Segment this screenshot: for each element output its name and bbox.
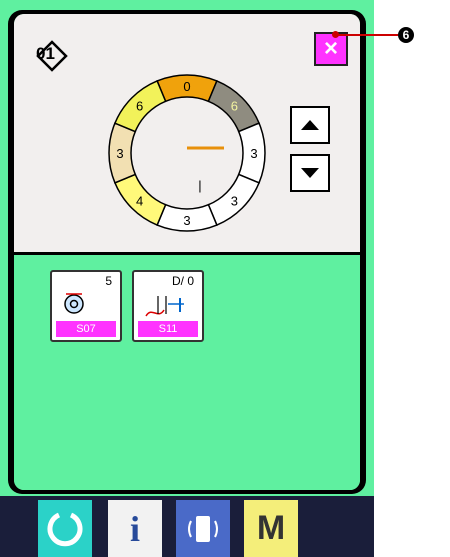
thread-tension-icon	[145, 296, 184, 317]
ring-segment-label: 3	[116, 146, 123, 161]
tile-s11-value: D/ 0	[171, 274, 194, 288]
callout-number-badge: 6	[398, 27, 414, 43]
center-mark: |	[198, 178, 201, 193]
tile-s11-button[interactable]: D/ 0 S11	[132, 270, 204, 342]
callout-leader-line	[334, 34, 398, 36]
lcd-screen: 01 × 0 6 3 3 3 4 3 6 | 5 S07 D/ 0 S11	[14, 14, 360, 490]
device-body: 01 × 0 6 3 3 3 4 3 6 | 5 S07 D/ 0 S11 i M	[0, 0, 374, 557]
close-button[interactable]: ×	[314, 32, 348, 66]
ring-segment-label: 6	[231, 99, 238, 114]
close-icon: ×	[323, 35, 338, 62]
pattern-info-area: 01 × 0 6 3 3 3 4 3 6 |	[14, 14, 360, 252]
ring-segment-label: 3	[250, 146, 257, 161]
scroll-down-button[interactable]	[290, 154, 330, 192]
pattern-number: 01	[36, 44, 55, 63]
stitch-ring-diagram: 0 6 3 3 3 4 3 6 |	[108, 74, 266, 232]
triangle-up-icon	[301, 120, 319, 130]
ring-segment-label: 0	[183, 79, 190, 94]
mode-icon: M	[256, 509, 286, 547]
tile-s07-value: 5	[105, 274, 112, 288]
information-button[interactable]: i	[108, 500, 162, 557]
bottom-menu-bar: i M	[0, 496, 374, 557]
tile-s07-button[interactable]: 5 S07	[50, 270, 122, 342]
triangle-down-icon	[301, 168, 319, 178]
ring-segment-label: 3	[231, 193, 238, 208]
reset-button[interactable]	[38, 500, 92, 557]
reset-circle-icon	[47, 512, 83, 546]
communication-button[interactable]	[176, 500, 230, 557]
ring-segment-label: 6	[136, 99, 143, 114]
bobbin-winder-icon	[64, 293, 84, 314]
communication-icon	[188, 515, 218, 542]
tile-s07-label: S07	[56, 321, 116, 337]
mode-button[interactable]: M	[244, 500, 298, 557]
scroll-up-button[interactable]	[290, 106, 330, 144]
ring-segment-label: 3	[183, 213, 190, 228]
info-icon: i	[129, 508, 140, 549]
tile-s11-label: S11	[138, 321, 198, 337]
ring-segment-label: 4	[136, 193, 143, 208]
